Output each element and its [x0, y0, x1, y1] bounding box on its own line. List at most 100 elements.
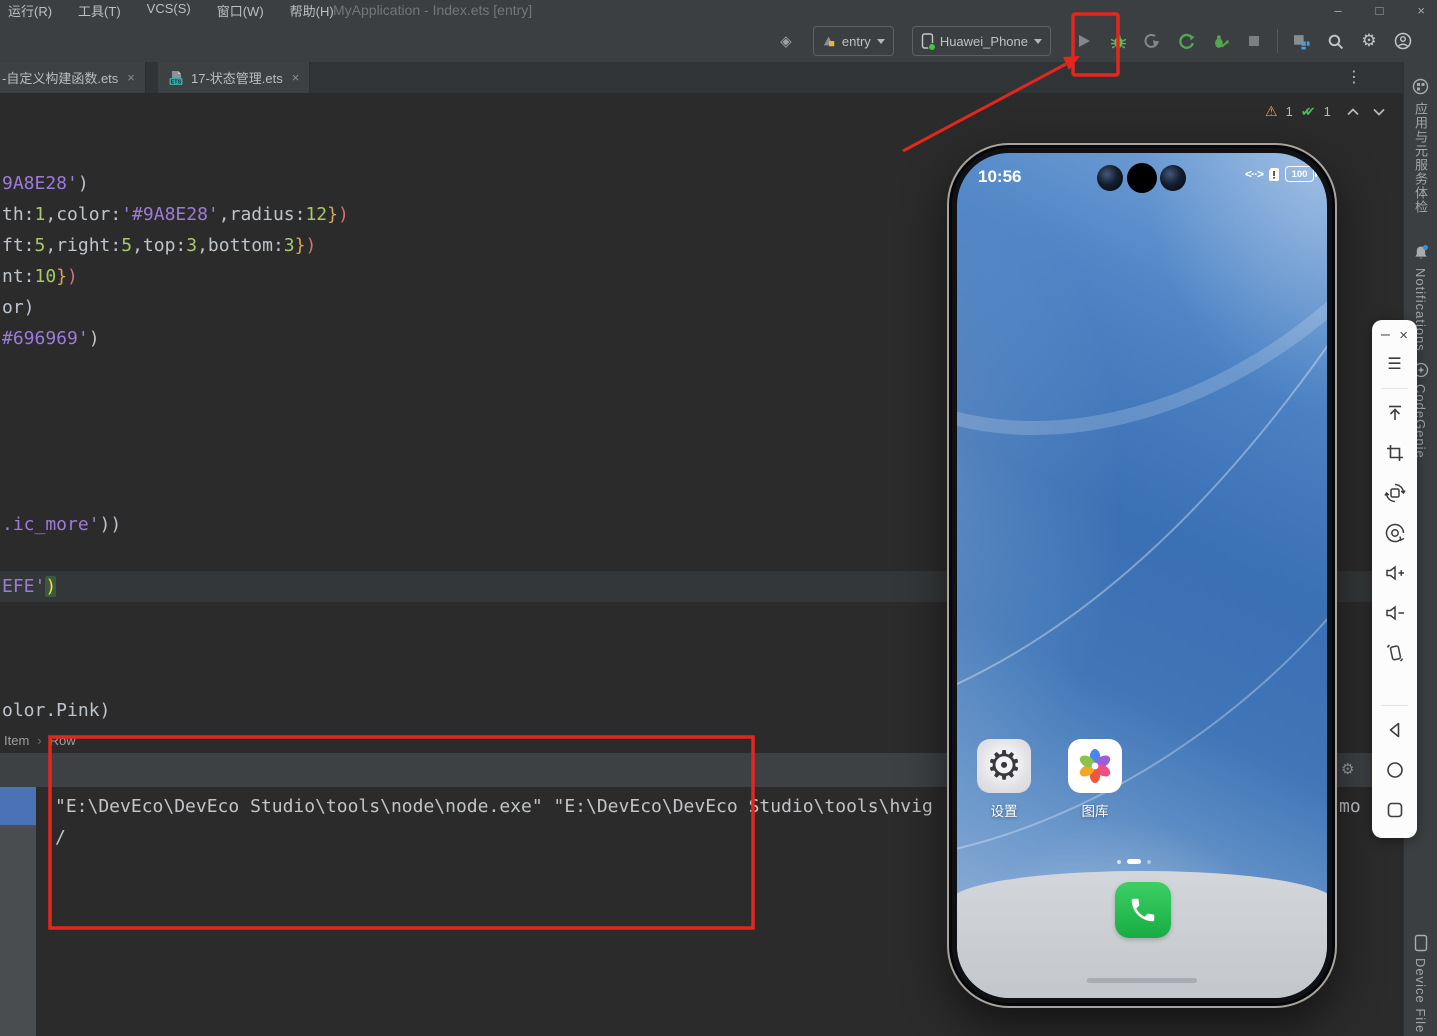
- breadcrumb-item[interactable]: Row: [50, 733, 76, 748]
- menu-window[interactable]: 窗口(W): [217, 1, 264, 20]
- screenshot-crop-button[interactable]: [1372, 433, 1417, 473]
- menu-vcs[interactable]: VCS(S): [147, 1, 191, 20]
- attach-debugger-button[interactable]: [1143, 32, 1161, 50]
- previewer-minimize-button[interactable]: –: [1381, 326, 1390, 344]
- locate-icon[interactable]: ◈: [777, 32, 795, 50]
- breadcrumb-item[interactable]: Item: [4, 733, 29, 748]
- menu-run[interactable]: 运行(R): [8, 1, 52, 20]
- phone-device-icon: [921, 33, 934, 49]
- previewer-close-button[interactable]: ×: [1399, 327, 1408, 344]
- close-icon[interactable]: ×: [127, 70, 135, 85]
- svg-text:ETS: ETS: [171, 79, 182, 85]
- warning-count: 1: [1286, 104, 1293, 119]
- front-camera-icon: [1097, 165, 1123, 191]
- toolbar-separator: [1277, 29, 1278, 53]
- chevron-down-icon: [877, 39, 885, 44]
- dev-mode-icon: <··>: [1245, 167, 1263, 181]
- volume-down-button[interactable]: [1372, 593, 1417, 633]
- rotate-screen-button[interactable]: [1372, 473, 1417, 513]
- console-line: "E:\DevEco\DevEco Studio\tools\node\node…: [55, 791, 933, 822]
- sidebar-item-device-file-browser[interactable]: Device File B: [1404, 958, 1437, 1036]
- code-line: 9A8E28'): [2, 168, 89, 199]
- recents-button[interactable]: [1372, 790, 1417, 830]
- console-line-fragment: mo: [1339, 791, 1361, 822]
- tab-options-icon[interactable]: ⋮: [1346, 67, 1362, 87]
- previewer-menu-button[interactable]: ☰: [1372, 344, 1417, 384]
- close-icon[interactable]: ×: [292, 70, 300, 85]
- shake-device-button[interactable]: [1372, 633, 1417, 673]
- camera-cutout: [1127, 163, 1157, 193]
- settings-button[interactable]: ⚙: [1360, 32, 1378, 50]
- window-close-button[interactable]: ×: [1417, 3, 1425, 18]
- device-select[interactable]: Huawei_Phone: [912, 26, 1051, 56]
- code-line: #696969'): [2, 323, 100, 354]
- run-button[interactable]: [1075, 32, 1093, 50]
- device-file-browser-icon[interactable]: [1404, 934, 1437, 952]
- code-line: EFE'): [2, 571, 56, 602]
- title-bar: 运行(R) 工具(T) VCS(S) 窗口(W) 帮助(H) MyApplica…: [0, 0, 1437, 20]
- code-line: olor.Pink): [2, 695, 110, 726]
- profile-button[interactable]: [1211, 32, 1229, 50]
- chevron-down-icon[interactable]: [1373, 108, 1385, 116]
- app-settings[interactable]: ⚙ 设置: [977, 739, 1031, 820]
- app-health-check-icon[interactable]: [1404, 78, 1437, 95]
- window-title: MyApplication - Index.ets [entry]: [333, 2, 532, 18]
- tab-custom-builder[interactable]: -自定义构建函数.ets ×: [0, 62, 146, 93]
- sidebar-item-app-health[interactable]: 应用与元服务体检: [1404, 102, 1437, 214]
- code-line: nt:10}): [2, 261, 78, 292]
- main-toolbar: ◈ entry Huawei_Phone: [0, 20, 1437, 63]
- sim-card-icon: [1268, 167, 1280, 182]
- volume-up-button[interactable]: [1372, 553, 1417, 593]
- rotate-device-button[interactable]: [1372, 513, 1417, 553]
- phone-app-icon[interactable]: [1115, 882, 1171, 938]
- tab-state-management[interactable]: ETS 17-状态管理.ets ×: [158, 62, 310, 93]
- breadcrumb-separator-icon: ›: [37, 733, 41, 748]
- window-minimize-button[interactable]: –: [1334, 3, 1341, 18]
- notifications-bell-icon[interactable]: [1404, 244, 1437, 261]
- settings-app-icon[interactable]: ⚙: [977, 739, 1031, 793]
- debug-button[interactable]: [1109, 32, 1127, 50]
- search-button[interactable]: [1326, 32, 1344, 50]
- editor-tab-bar: -自定义构建函数.ets × ETS 17-状态管理.ets × ⋮: [0, 62, 1404, 94]
- app-gallery[interactable]: 图库: [1068, 739, 1122, 820]
- warning-icon: ⚠: [1265, 103, 1278, 120]
- ets-file-icon: ETS: [168, 70, 184, 86]
- gallery-app-icon[interactable]: [1068, 739, 1122, 793]
- battery-icon: 100: [1285, 166, 1314, 182]
- console-line: /: [55, 822, 66, 853]
- account-button[interactable]: [1394, 32, 1412, 50]
- device-online-dot: [928, 43, 936, 51]
- ok-count: 1: [1324, 104, 1331, 119]
- check-icon: ✔✔: [1301, 104, 1309, 120]
- module-icon: [822, 34, 836, 48]
- code-line: or): [2, 292, 35, 323]
- scroll-to-top-button[interactable]: [1372, 393, 1417, 433]
- code-line: .ic_more')): [2, 509, 121, 540]
- previewer-toolbar: – × ☰: [1372, 320, 1417, 838]
- run-panel-side-strip: [0, 787, 36, 1036]
- console-settings-icon[interactable]: ⚙: [1341, 760, 1354, 778]
- home-indicator[interactable]: [1087, 978, 1197, 983]
- rerun-button[interactable]: [1177, 32, 1195, 50]
- phone-screen[interactable]: 10:56 <··> 100 ⚙ 设置: [957, 153, 1327, 998]
- menu-help[interactable]: 帮助(H): [290, 1, 334, 20]
- code-line: ft:5,right:5,top:3,bottom:3}): [2, 230, 316, 261]
- home-page-indicator: [1117, 859, 1151, 864]
- window-maximize-button[interactable]: □: [1376, 3, 1384, 18]
- run-config-select[interactable]: entry: [813, 26, 894, 56]
- status-bar-time: 10:56: [978, 167, 1021, 187]
- dock: [957, 871, 1327, 998]
- inspection-widget[interactable]: ⚠ 1 ✔✔ 1: [1265, 103, 1385, 120]
- back-button[interactable]: [1372, 710, 1417, 750]
- ide-window: 运行(R) 工具(T) VCS(S) 窗口(W) 帮助(H) MyApplica…: [0, 0, 1437, 1036]
- code-line: th:1,color:'#9A8E28',radius:12}): [2, 199, 349, 230]
- menu-tools[interactable]: 工具(T): [78, 1, 121, 20]
- home-button[interactable]: [1372, 750, 1417, 790]
- project-structure-button[interactable]: [1292, 32, 1310, 50]
- status-bar-icons: <··> 100: [1245, 166, 1314, 182]
- stop-button[interactable]: [1245, 32, 1263, 50]
- chevron-up-icon[interactable]: [1347, 108, 1359, 116]
- front-camera-icon: [1160, 165, 1186, 191]
- run-tool-window-button[interactable]: [0, 787, 36, 825]
- device-previewer: 10:56 <··> 100 ⚙ 设置: [947, 143, 1337, 1008]
